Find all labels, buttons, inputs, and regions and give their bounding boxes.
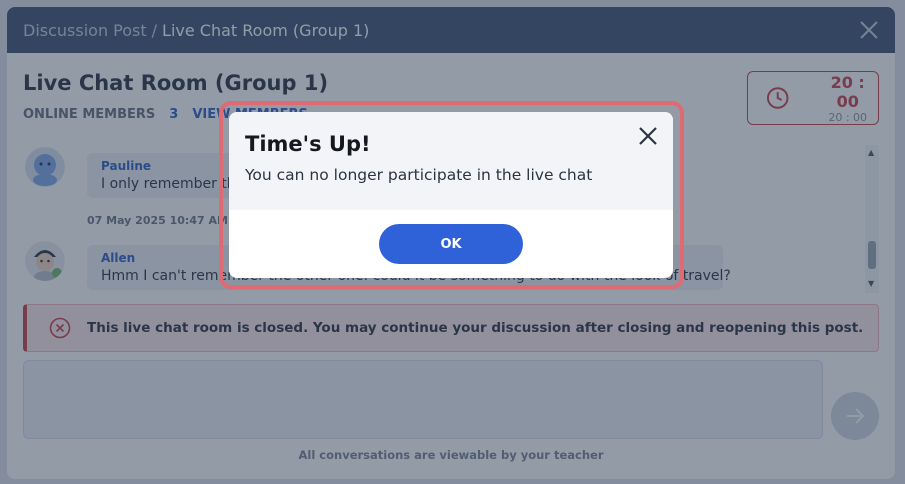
dialog-message: You can no longer participate in the liv… <box>245 166 593 184</box>
close-icon[interactable] <box>637 125 659 147</box>
dialog-header: Time's Up! You can no longer participate… <box>229 112 673 210</box>
dialog-title: Time's Up! <box>245 132 371 156</box>
ok-button[interactable]: OK <box>379 224 523 264</box>
times-up-dialog: Time's Up! You can no longer participate… <box>229 112 673 278</box>
